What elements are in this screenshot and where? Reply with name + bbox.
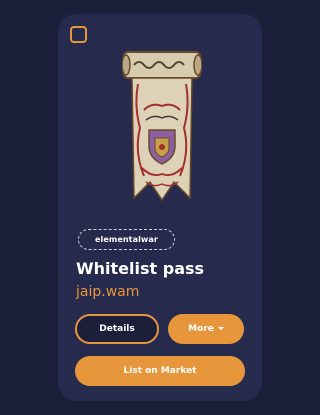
more-button[interactable]: More xyxy=(168,314,244,344)
caret-down-icon xyxy=(217,326,224,330)
details-label: Details xyxy=(99,324,135,334)
collection-label: elementalwar xyxy=(95,235,158,244)
details-button[interactable]: Details xyxy=(75,314,159,344)
nft-card: elementalwar Whitelist pass jaip.wam Det… xyxy=(58,14,262,401)
nft-title: Whitelist pass xyxy=(76,259,205,278)
list-on-market-label: List on Market xyxy=(123,366,197,376)
banner-image-icon xyxy=(122,51,202,202)
list-on-market-button[interactable]: List on Market xyxy=(75,356,245,386)
select-checkbox[interactable] xyxy=(70,26,87,43)
more-label: More xyxy=(188,324,214,334)
page: elementalwar Whitelist pass jaip.wam Det… xyxy=(0,0,286,415)
owner-name: jaip.wam xyxy=(76,284,140,300)
collection-badge[interactable]: elementalwar xyxy=(78,229,175,250)
